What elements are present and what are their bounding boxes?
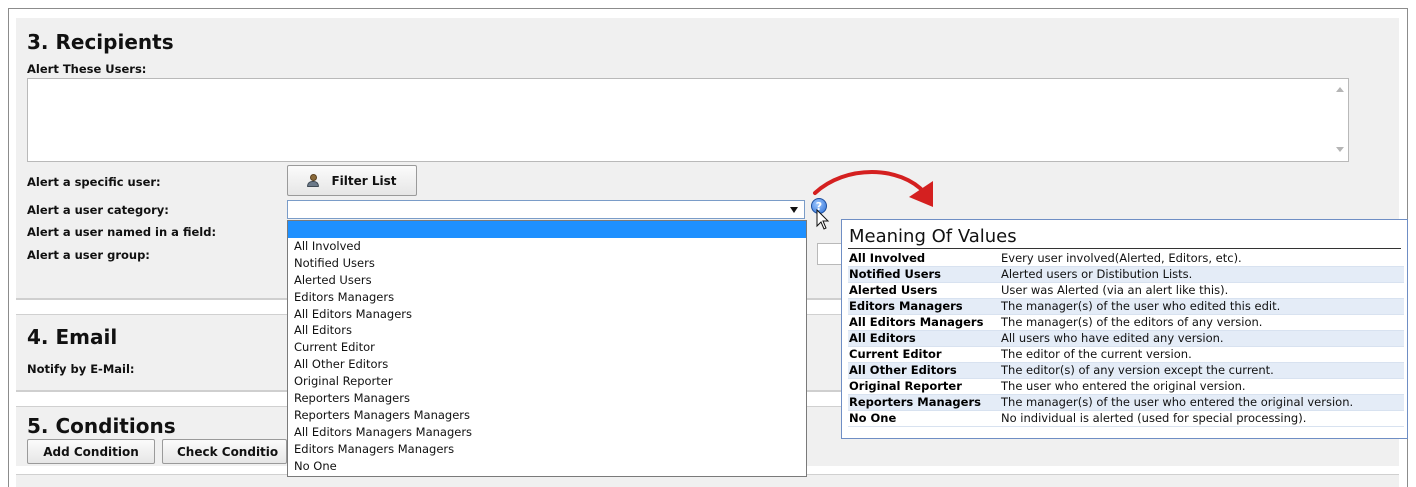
meaning-row: Notified Users Alerted users or Distibuti… xyxy=(848,266,1404,283)
meaning-value: User was Alerted (via an alert like this… xyxy=(1000,282,1404,299)
meaning-value: The editor(s) of any version except the … xyxy=(1000,362,1404,379)
meaning-of-values-panel: Meaning Of Values All Involved Every user… xyxy=(841,219,1408,439)
dropdown-option[interactable]: No One xyxy=(288,458,806,475)
meaning-key: Editors Managers xyxy=(848,298,1000,315)
meaning-key: All Involved xyxy=(848,250,1000,267)
dropdown-option[interactable]: All Other Editors xyxy=(288,356,806,373)
meaning-key: Current Editor xyxy=(848,346,1000,363)
meaning-title-rule xyxy=(848,248,1401,249)
add-condition-button[interactable]: Add Condition xyxy=(27,439,155,464)
scroll-up-icon[interactable] xyxy=(1336,87,1344,92)
scroll-down-icon[interactable] xyxy=(1336,147,1344,152)
meaning-key: Alerted Users xyxy=(848,282,1000,299)
meaning-row: Editors Managers The manager(s) of the us… xyxy=(848,298,1404,315)
dropdown-option[interactable]: Reporters Managers Managers xyxy=(288,407,806,424)
dropdown-option[interactable]: Notified Users xyxy=(288,255,806,272)
dropdown-option[interactable]: All Editors Managers xyxy=(288,306,806,323)
meaning-value: All users who have edited any version. xyxy=(1000,330,1404,347)
meaning-key: Reporters Managers xyxy=(848,394,1000,411)
meaning-row: Reporters Managers The manager(s) of the … xyxy=(848,394,1404,411)
alert-these-users-label: Alert These Users: xyxy=(27,62,147,76)
meaning-key: All Editors Managers xyxy=(848,314,1000,331)
meaning-row: Current Editor The editor of the current … xyxy=(848,346,1404,363)
meaning-value: The manager(s) of the editors of any ver… xyxy=(1000,314,1404,331)
meaning-title: Meaning Of Values xyxy=(849,226,1017,247)
dropdown-arrow-icon[interactable] xyxy=(790,207,798,213)
meaning-key: All Other Editors xyxy=(848,362,1000,379)
conditions-title: 5. Conditions xyxy=(27,414,176,438)
alert-user-category-label: Alert a user category: xyxy=(27,203,169,217)
meaning-key: All Editors xyxy=(848,330,1000,347)
meaning-row: All Editors Managers The manager(s) of th… xyxy=(848,314,1404,331)
meaning-row: No One No individual is alerted (used for… xyxy=(848,410,1404,427)
annotation-arrow-icon xyxy=(813,170,933,207)
alert-these-users-textarea[interactable] xyxy=(27,78,1349,162)
alert-user-named-in-field-label: Alert a user named in a field: xyxy=(27,225,217,239)
alert-user-group-label: Alert a user group: xyxy=(27,248,150,262)
meaning-row: All Other Editors The editor(s) of any ve… xyxy=(848,362,1404,379)
meaning-value: The user who entered the original versio… xyxy=(1000,378,1404,395)
textarea-scrollbar[interactable] xyxy=(1332,79,1348,161)
meaning-row: Original Reporter The user who entered th… xyxy=(848,378,1404,395)
dropdown-option[interactable]: All Involved xyxy=(288,238,806,255)
dropdown-option[interactable]: Alerted Users xyxy=(288,272,806,289)
recipients-title: 3. Recipients xyxy=(27,30,174,54)
meaning-row: All Involved Every user involved(Alerted,… xyxy=(848,250,1404,267)
meaning-value: The manager(s) of the user who entered t… xyxy=(1000,394,1404,411)
alert-specific-user-label: Alert a specific user: xyxy=(27,175,161,189)
dropdown-option[interactable]: Current Editor xyxy=(288,339,806,356)
dropdown-option[interactable]: All Editors Managers Managers xyxy=(288,424,806,441)
meaning-value: Alerted users or Distibution Lists. xyxy=(1000,266,1404,283)
email-title: 4. Email xyxy=(27,325,118,349)
meaning-row: All Editors All users who have edited any… xyxy=(848,330,1404,347)
dropdown-option[interactable]: Editors Managers Managers xyxy=(288,441,806,458)
meaning-row: Alerted Users User was Alerted (via an al… xyxy=(848,282,1404,299)
filter-list-label: Filter List xyxy=(331,173,397,188)
user-category-dropdown[interactable]: All Involved Notified Users Alerted Users E… xyxy=(287,220,807,477)
user-category-select[interactable] xyxy=(287,200,805,219)
dropdown-option[interactable]: Original Reporter xyxy=(288,373,806,390)
filter-list-button[interactable]: Filter List xyxy=(287,165,417,196)
dropdown-selected-option[interactable] xyxy=(288,221,806,238)
meaning-value: Every user involved(Alerted, Editors, et… xyxy=(1000,250,1404,267)
person-icon xyxy=(307,174,320,187)
meaning-value: No individual is alerted (used for speci… xyxy=(1000,410,1404,427)
meaning-table: All Involved Every user involved(Alerted,… xyxy=(848,250,1404,427)
check-conditions-button[interactable]: Check Conditio xyxy=(162,439,287,464)
meaning-value: The editor of the current version. xyxy=(1000,346,1404,363)
dropdown-option[interactable]: Reporters Managers xyxy=(288,390,806,407)
meaning-value: The manager(s) of the user who edited th… xyxy=(1000,298,1404,315)
notify-by-email-label: Notify by E-Mail: xyxy=(27,362,135,376)
dropdown-option[interactable]: All Editors xyxy=(288,322,806,339)
meaning-key: Notified Users xyxy=(848,266,1000,283)
meaning-key: No One xyxy=(848,410,1000,427)
dropdown-option[interactable]: Editors Managers xyxy=(288,289,806,306)
meaning-key: Original Reporter xyxy=(848,378,1000,395)
